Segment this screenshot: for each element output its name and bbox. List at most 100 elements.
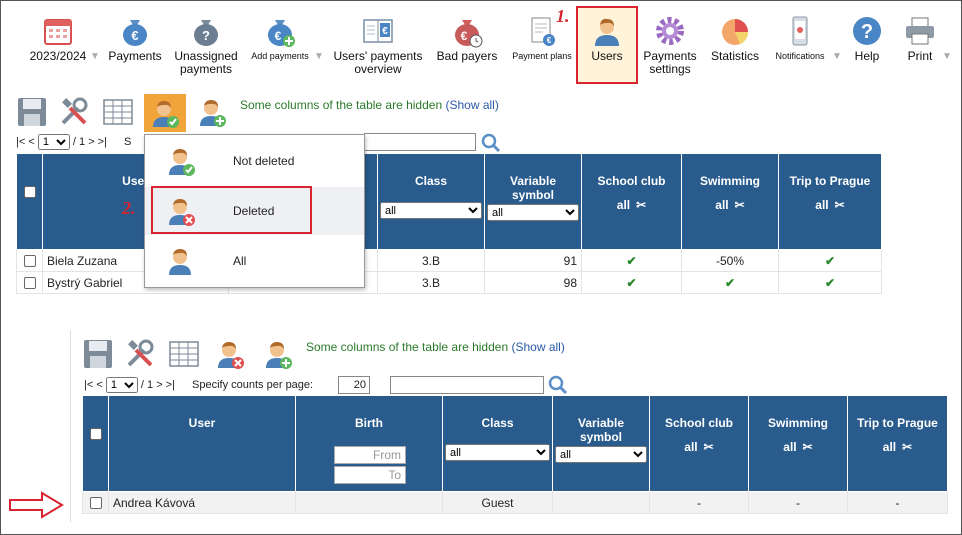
trip-filter[interactable]: all	[815, 198, 828, 212]
toolbar-help[interactable]: ? Help	[844, 8, 890, 88]
toolbar-users-payments-overview[interactable]: € Users' payments overview	[328, 8, 428, 88]
user-cell[interactable]: Andrea Kávová	[108, 491, 296, 514]
money-bag-question-icon: ?	[194, 20, 218, 46]
column-header-school-club[interactable]: School club all ✂	[581, 153, 682, 250]
swimming-header-text: Swimming	[767, 416, 828, 430]
school-club-cell: -	[649, 491, 749, 514]
class-filter-select[interactable]: all	[380, 202, 482, 219]
trip-tools-icon[interactable]: ✂	[902, 440, 912, 454]
school-club-tools-icon[interactable]: ✂	[704, 440, 714, 454]
swimming-tools-icon[interactable]: ✂	[803, 440, 813, 454]
add-user-icon[interactable]	[262, 338, 294, 370]
print-caret-icon[interactable]: ▼	[942, 51, 952, 62]
swimming-filter[interactable]: all	[783, 440, 796, 454]
money-bag-euro-icon: €	[123, 20, 147, 46]
search-icon[interactable]	[548, 375, 568, 395]
add-user-icon[interactable]	[196, 96, 228, 128]
column-header-trip-to-prague[interactable]: Trip to Prague all ✂	[778, 153, 882, 250]
row-checkbox[interactable]	[23, 255, 36, 268]
year-caret-icon[interactable]: ▼	[90, 51, 100, 62]
columns-icon[interactable]	[102, 96, 134, 128]
select-all-checkbox[interactable]	[23, 186, 36, 198]
pager-prev[interactable]: |< <	[16, 136, 35, 148]
column-header-swimming[interactable]: Swimming all ✂	[681, 153, 779, 250]
printer-icon	[906, 17, 934, 45]
bottom-users-table: User Birth From To Class all Variable sym…	[82, 395, 948, 514]
trip-cell: ✔	[778, 249, 882, 272]
trip-tools-icon[interactable]: ✂	[835, 198, 845, 212]
birth-from-input[interactable]: From	[334, 446, 406, 464]
users-label: Users	[591, 49, 623, 63]
column-header-birth[interactable]: Birth From To	[295, 395, 443, 492]
table-row[interactable]: Andrea Kávová Guest - - -	[82, 491, 948, 514]
counts-per-page-input[interactable]: 20	[338, 376, 370, 394]
save-icon[interactable]	[16, 96, 48, 128]
column-header-swimming[interactable]: Swimming all ✂	[748, 395, 848, 492]
school-club-filter[interactable]: all	[617, 198, 630, 212]
school-club-tools-icon[interactable]: ✂	[636, 198, 646, 212]
columns-icon[interactable]	[168, 338, 200, 370]
not-deleted-label: Not deleted	[233, 154, 295, 168]
show-all-link[interactable]: (Show all)	[445, 98, 498, 112]
trip-header-text: Trip to Prague	[789, 174, 871, 188]
menu-item-all[interactable]: All	[145, 237, 364, 285]
toolbar-payments-settings[interactable]: Payments settings	[640, 8, 700, 88]
save-icon[interactable]	[82, 338, 114, 370]
search-input[interactable]	[364, 133, 476, 151]
notifications-caret-icon[interactable]: ▼	[832, 51, 842, 62]
menu-item-not-deleted[interactable]: Not deleted	[145, 137, 364, 185]
toolbar-payments[interactable]: € Payments	[104, 8, 166, 88]
column-header-school-club[interactable]: School club all ✂	[649, 395, 749, 492]
page-select[interactable]: 1	[37, 134, 70, 150]
svg-text:€: €	[547, 36, 552, 45]
row-checkbox[interactable]	[89, 497, 102, 510]
toolbar-unassigned-payments[interactable]: ? Unassigned payments	[170, 8, 242, 88]
pager-next[interactable]: > >|	[88, 136, 107, 148]
birth-to-input[interactable]: To	[334, 466, 406, 484]
toolbar-bad-payers[interactable]: € Bad payers	[434, 8, 500, 88]
row-checkbox[interactable]	[23, 277, 36, 290]
swimming-tools-icon[interactable]: ✂	[735, 198, 745, 212]
toolbar-notifications[interactable]: Notifications	[768, 8, 832, 88]
toolbar-statistics[interactable]: Statistics	[706, 8, 764, 88]
vs-filter-select[interactable]: all	[487, 204, 579, 221]
column-header-variable-symbol[interactable]: Variable symbol all	[484, 153, 582, 250]
trip-filter[interactable]: all	[883, 440, 896, 454]
bottom-pager: |< < 1 / 1 > >| Specify counts per page:	[84, 377, 313, 393]
class-filter-select[interactable]: all	[445, 444, 550, 461]
tools-icon[interactable]	[58, 96, 90, 128]
svg-text:€: €	[382, 26, 388, 37]
pager-prev[interactable]: |< <	[84, 379, 103, 391]
school-club-filter[interactable]: all	[684, 440, 697, 454]
column-header-class[interactable]: Class all	[377, 153, 485, 250]
school-club-cell: ✔	[581, 249, 682, 272]
notifications-label: Notifications	[775, 51, 825, 61]
year-selector[interactable]: 2023/2024	[18, 8, 98, 88]
toolbar-add-payments[interactable]: € Add payments	[248, 8, 312, 88]
column-header-trip-to-prague[interactable]: Trip to Prague all ✂	[847, 395, 948, 492]
toolbar-users[interactable]: Users	[578, 8, 636, 88]
select-all-header	[82, 395, 109, 492]
user-filter-button[interactable]	[144, 94, 186, 132]
specify-counts-label: S	[124, 136, 132, 148]
tools-icon[interactable]	[124, 338, 156, 370]
column-header-class[interactable]: Class all	[442, 395, 553, 492]
user-delete-icon[interactable]	[214, 338, 246, 370]
year-label: 2023/2024	[29, 49, 87, 63]
search-input[interactable]	[390, 376, 544, 394]
column-header-variable-symbol[interactable]: Variable symbol all	[552, 395, 650, 492]
user-check-icon	[169, 149, 195, 176]
swimming-filter[interactable]: all	[715, 198, 728, 212]
vs-filter-select[interactable]: all	[555, 446, 647, 463]
column-header-user[interactable]: User	[108, 395, 296, 492]
svg-text:€: €	[131, 28, 138, 43]
search-icon[interactable]	[481, 133, 501, 153]
help-label: Help	[854, 49, 880, 63]
show-all-link[interactable]: (Show all)	[511, 340, 564, 354]
ledger-euro-icon: €	[363, 19, 393, 43]
add-payments-caret-icon[interactable]: ▼	[314, 51, 324, 62]
select-all-checkbox[interactable]	[89, 428, 102, 440]
toolbar-print[interactable]: Print	[900, 8, 940, 88]
page-select[interactable]: 1	[105, 377, 138, 393]
pager-next[interactable]: > >|	[156, 379, 175, 391]
